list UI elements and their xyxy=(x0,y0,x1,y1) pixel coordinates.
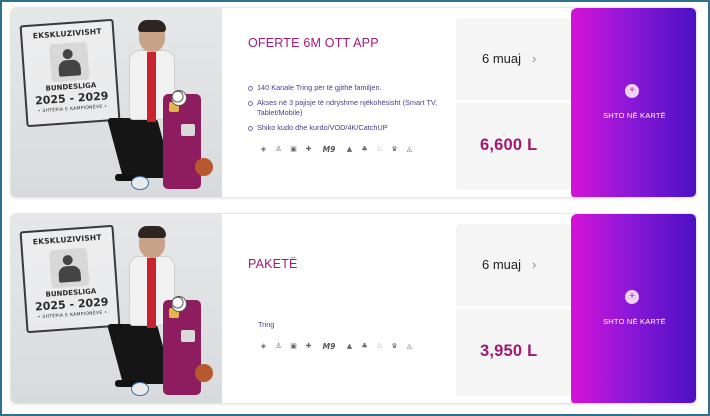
basketball-icon xyxy=(195,158,213,176)
channel-logo-icon: ♙ xyxy=(275,342,282,350)
ball-icon xyxy=(131,382,149,396)
price-value: 6,600 L xyxy=(480,136,538,154)
period-selector[interactable]: 6 muaj › xyxy=(456,18,571,100)
offer-title[interactable]: OFERTE 6M OTT APP xyxy=(248,36,379,50)
offer-title[interactable]: PAKETË xyxy=(248,257,298,271)
pricing-column: 6 muaj › 3,950 L xyxy=(456,224,571,396)
period-label: 6 muaj xyxy=(482,51,522,66)
suitcase-icon xyxy=(163,300,201,395)
channel-logo-icon: ◈ xyxy=(260,145,267,153)
channel-icons: ◈ ♙ ▣ ✚ M9 ▲ ♣ ♘ ♛ ◬ xyxy=(258,143,415,155)
stamp-top-text: EKSKLUZIVISHT xyxy=(32,26,102,41)
offer-details: OFERTE 6M OTT APP 140 Kanale Tring për t… xyxy=(248,8,458,197)
feature-item: 140 Kanale Tring për të gjithë familjen. xyxy=(248,83,458,93)
price-box: 6,600 L xyxy=(456,103,571,190)
add-to-cart-label: SHTO NË KARTË xyxy=(603,111,666,120)
channel-logo-icon: M9 xyxy=(322,341,336,351)
channel-logo-icon: ♙ xyxy=(275,145,282,153)
channel-logo-icon: ▲ xyxy=(346,342,353,350)
add-to-cart-button[interactable]: + SHTO NË KARTË xyxy=(571,8,696,197)
channel-logo-icon: ✚ xyxy=(305,145,312,153)
package-description: Tring xyxy=(258,320,275,329)
channel-icons: ◈ ♙ ▣ ✚ M9 ▲ ♣ ♘ ♛ ◬ xyxy=(258,340,415,352)
channel-logo-icon: M9 xyxy=(322,144,336,154)
channel-logo-icon: ◬ xyxy=(406,145,413,153)
add-to-cart-button[interactable]: + SHTO NË KARTË xyxy=(571,214,696,403)
price-box: 3,950 L xyxy=(456,309,571,396)
plus-icon: + xyxy=(625,290,639,304)
bundesliga-logo-icon xyxy=(48,247,90,289)
suitcase-icon xyxy=(163,94,201,189)
pricing-column: 6 muaj › 6,600 L xyxy=(456,18,571,190)
channel-logo-icon: ♘ xyxy=(376,342,383,350)
football-icon xyxy=(171,296,187,312)
channel-logo-icon: ◬ xyxy=(406,342,413,350)
offer-card-1: EKSKLUZIVISHT BUNDESLIGA 2025 - 2029 • S… xyxy=(10,7,697,198)
offer-details: PAKETË Tring ◈ ♙ ▣ ✚ M9 ▲ ♣ ♘ ♛ ◬ xyxy=(248,214,456,403)
period-selector[interactable]: 6 muaj › xyxy=(456,224,571,306)
offer-image[interactable]: EKSKLUZIVISHT BUNDESLIGA 2025 - 2029 • S… xyxy=(11,214,222,403)
stamp-top-text: EKSKLUZIVISHT xyxy=(32,232,102,247)
channel-logo-icon: ▣ xyxy=(290,145,297,153)
promo-person-illustration xyxy=(101,18,213,197)
channel-logo-icon: ♛ xyxy=(391,145,398,153)
feature-list: 140 Kanale Tring për të gjithë familjen.… xyxy=(248,83,458,138)
channel-logo-icon: ♛ xyxy=(391,342,398,350)
channel-logo-icon: ▲ xyxy=(346,145,353,153)
chevron-right-icon: › xyxy=(532,51,537,66)
channel-logo-icon: ✚ xyxy=(305,342,312,350)
channel-logo-icon: ♣ xyxy=(361,342,368,350)
football-icon xyxy=(171,90,187,106)
channel-logo-icon: ▣ xyxy=(290,342,297,350)
bundesliga-logo-icon xyxy=(48,41,90,83)
promo-person-illustration xyxy=(101,224,213,403)
channel-logo-icon: ♘ xyxy=(376,145,383,153)
price-value: 3,950 L xyxy=(480,342,538,360)
feature-item: Akses në 3 pajisje të ndryshme njëkohësi… xyxy=(248,98,458,118)
basketball-icon xyxy=(195,364,213,382)
ball-icon xyxy=(131,176,149,190)
plus-icon: + xyxy=(625,84,639,98)
channel-logo-icon: ♣ xyxy=(361,145,368,153)
period-label: 6 muaj xyxy=(482,257,522,272)
offer-card-2: EKSKLUZIVISHT BUNDESLIGA 2025 - 2029 • S… xyxy=(10,213,697,404)
feature-item: Shiko kudo dhe kurdo/VOD/4K/CatchUP xyxy=(248,123,458,133)
add-to-cart-label: SHTO NË KARTË xyxy=(603,317,666,326)
offer-image[interactable]: EKSKLUZIVISHT BUNDESLIGA 2025 - 2029 • S… xyxy=(11,8,222,197)
channel-logo-icon: ◈ xyxy=(260,342,267,350)
chevron-right-icon: › xyxy=(532,257,537,272)
